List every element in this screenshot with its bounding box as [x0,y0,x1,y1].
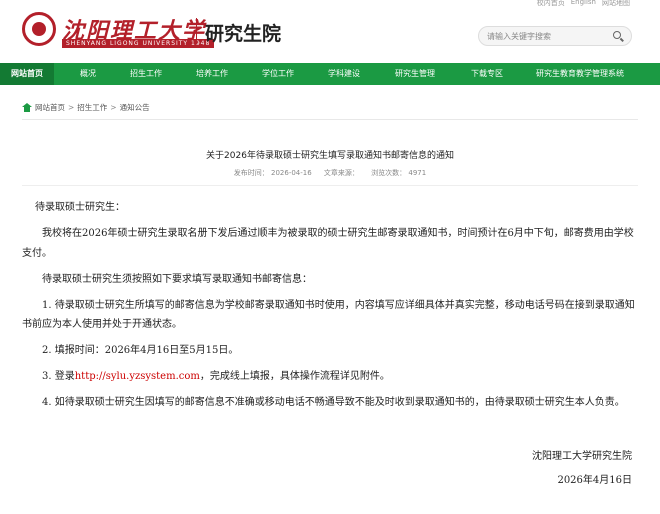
breadcrumb-notices[interactable]: 通知公告 [120,102,150,113]
paragraph-intro: 我校将在2026年硕士研究生录取名册下发后通过顺丰为被录取的硕士研究生邮寄录取通… [22,228,634,259]
breadcrumb-separator: > [68,103,75,112]
search-icon[interactable] [612,30,625,43]
breadcrumb: 网站首页 > 招生工作 > 通知公告 [22,102,150,113]
nav-item-downloads[interactable]: 下载专区 [463,63,511,85]
top-link-home[interactable]: 校内首页 [537,0,565,8]
item-3-suffix: ，完成线上填报，具体操作流程详见附件。 [199,371,390,382]
logo-divider [196,18,197,44]
nav-item-system[interactable]: 研究生教育教学管理系统 [528,63,632,85]
breadcrumb-admissions[interactable]: 招生工作 [77,102,107,113]
requirement-item-4: 4. 如待录取硕士研究生因填写的邮寄信息不准确或移动电话不畅通导致不能及时收到录… [42,397,625,408]
signature-org: 沈阳理工大学研究生院 [532,451,632,462]
requirement-item-2: 2. 填报时间：2026年4月16日至5月15日。 [42,345,239,356]
site-title[interactable]: 研究生院 [205,19,281,46]
article-body: 待录取硕士研究生： 我校将在2026年硕士研究生录取名册下发后通过顺丰为被录取的… [22,198,638,419]
registration-link[interactable]: http://sylu.yzsystem.com [75,371,200,382]
nav-item-admissions[interactable]: 招生工作 [122,63,170,85]
top-bar: 校内首页 English 网站地图 [0,0,660,8]
article-source: 文章来源： [323,169,359,177]
breadcrumb-home[interactable]: 网站首页 [35,102,65,113]
breadcrumb-separator: > [110,103,117,112]
nav-item-home[interactable]: 网站首页 [0,63,54,85]
university-logo-english: SHENYANG LIGONG UNIVERSITY 1948 [62,39,215,48]
article-title: 关于2026年待录取硕士研究生填写录取通知书邮寄信息的通知 [206,151,454,161]
university-seal-icon[interactable] [22,12,56,46]
salutation: 待录取硕士研究生： [35,202,125,213]
search-input[interactable] [487,30,605,43]
requirement-item-1: 1. 待录取硕士研究生所填写的邮寄信息为学校邮寄录取通知书时使用，内容填写应详细… [22,299,635,331]
item-3-prefix: 3. 登录 [42,371,75,382]
breadcrumb-divider [22,119,638,120]
nav-item-overview[interactable]: 概况 [68,63,108,85]
requirement-item-3: 3. 登录http://sylu.yzsystem.com，完成线上填报，具体操… [22,367,638,387]
nav-item-discipline[interactable]: 学科建设 [320,63,368,85]
nav-item-management[interactable]: 研究生管理 [387,63,443,85]
top-link-english[interactable]: English [571,0,596,8]
article-meta: 发布时间： 2026-04-16 文章来源： 浏览次数： 4971 [0,168,660,178]
main-nav: 网站首页 概况 招生工作 培养工作 学位工作 学科建设 研究生管理 下载专区 研… [0,63,660,85]
meta-divider [22,185,638,186]
site-header: 沈阳理工大学 SHENYANG LIGONG UNIVERSITY 1948 研… [0,8,660,60]
view-count: 浏览次数： 4971 [371,169,427,177]
paragraph-requirements: 待录取硕士研究生须按照如下要求填写录取通知书邮寄信息： [42,273,312,285]
signature-date: 2026年4月16日 [557,475,632,486]
search-box [478,26,632,46]
nav-item-degree[interactable]: 学位工作 [254,63,302,85]
publish-time: 发布时间： 2026-04-16 [233,169,312,177]
top-link-sitemap[interactable]: 网站地图 [602,0,630,8]
home-icon [22,103,32,112]
nav-item-training[interactable]: 培养工作 [188,63,236,85]
